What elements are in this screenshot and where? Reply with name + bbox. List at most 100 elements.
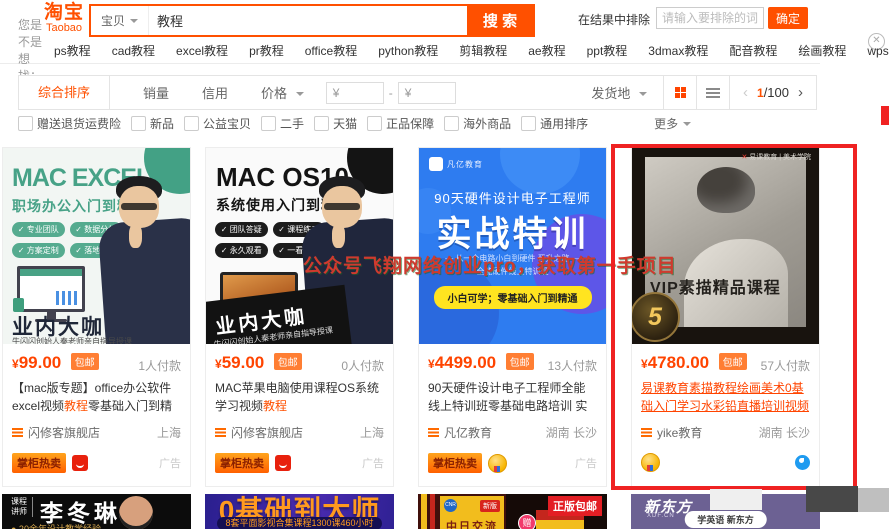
suggestion-link-jianji[interactable]: 剪辑教程: [459, 42, 507, 59]
suggestion-link-ps[interactable]: ps教程: [54, 42, 91, 59]
suggestion-link-3dmax[interactable]: 3dmax教程: [648, 42, 708, 59]
filter-charity[interactable]: 公益宝贝: [184, 115, 251, 132]
product-card-3: 凡亿教育 90天硬件设计电子工程师 实战特训 — 从一个电路小白到硬件 晋升之路…: [418, 147, 607, 487]
filter-authentic[interactable]: 正品保障: [367, 115, 434, 132]
filter-secondhand[interactable]: 二手: [261, 115, 304, 132]
sort-tab-sales[interactable]: 销量: [143, 83, 169, 102]
product-title[interactable]: 90天硬件设计电子工程师全能线上特训班零基础电路培训 实战教程: [428, 379, 597, 415]
shop-link[interactable]: 凡亿教育: [444, 424, 492, 441]
price-row: ¥4780.00 包邮 57人付款: [641, 353, 810, 373]
sort-tab-credit[interactable]: 信用: [202, 83, 228, 102]
exclude-confirm-button[interactable]: 确定: [768, 7, 808, 29]
checkbox[interactable]: [444, 116, 459, 131]
shipping-badge: 包邮: [719, 353, 747, 370]
chevron-down-icon: [130, 19, 138, 27]
product-card-6[interactable]: 0基础到大师 8套平面影视合集课程1300课460小时: [205, 494, 394, 529]
grid-view-button[interactable]: [664, 76, 696, 109]
filter-overseas[interactable]: 海外商品: [444, 115, 511, 132]
shop-link[interactable]: yike教育: [657, 424, 702, 441]
prev-page-button[interactable]: ‹: [743, 84, 748, 101]
gift-badge: 赠: [518, 514, 536, 529]
number-5-badge: 5: [632, 292, 680, 342]
ad-label: 广告: [159, 455, 181, 471]
taobao-logo[interactable]: 淘宝 Taobao: [44, 3, 84, 34]
search-button[interactable]: 搜 索: [467, 6, 533, 35]
sort-tab-composite[interactable]: 综合排序: [19, 76, 110, 109]
brand-logo-icon: [429, 157, 443, 171]
product-title[interactable]: MAC苹果电脑使用课程OS系统学习视频教程MacBook/Pro/Air/iMa…: [215, 379, 384, 415]
medal-icon: [641, 453, 660, 472]
instructor-photo: [90, 176, 190, 344]
suggestion-link-huihua[interactable]: 绘画教程: [798, 42, 846, 59]
shop-link[interactable]: 闪修客旗舰店: [28, 424, 100, 441]
checkbox[interactable]: [521, 116, 536, 131]
product-image-4[interactable]: ✕ 易课教育 | 美术学院 VIP素描精品课程 5: [632, 148, 819, 344]
suggestion-link-ppt[interactable]: ppt教程: [587, 42, 628, 59]
product-title[interactable]: 【mac版专题】office办公软件excel视频教程零基础入门到精通课程: [12, 379, 181, 415]
suggestion-link-pr[interactable]: pr教程: [249, 42, 284, 59]
filter-general-sort[interactable]: 通用排序: [521, 115, 588, 132]
ship-from-dropdown[interactable]: 发货地: [591, 83, 647, 102]
suggestion-link-peiyin[interactable]: 配音教程: [729, 42, 777, 59]
book-spine: [430, 494, 435, 529]
portrait-hair: [697, 167, 755, 213]
image-line1: 90天硬件设计电子工程师: [419, 188, 606, 207]
search-input[interactable]: [149, 6, 467, 35]
shop-icon: [428, 428, 439, 437]
lecturer-photo: [119, 496, 153, 529]
suggestion-link-python[interactable]: python教程: [378, 42, 438, 59]
price-max-input[interactable]: ¥: [398, 82, 456, 104]
shipping-badge: 包邮: [274, 353, 302, 370]
new-edition-tag: 新版: [480, 500, 500, 512]
ad-label: 广告: [362, 455, 384, 471]
badge-row: [641, 453, 810, 472]
suggestion-link-office[interactable]: office教程: [305, 42, 357, 59]
filter-label: 正品保障: [386, 115, 434, 132]
checkbox[interactable]: [18, 116, 33, 131]
filter-bar: 综合排序 销量 信用 价格 ¥ - ¥ 发货地 ‹ 1/100 ›: [18, 75, 817, 110]
product-card-7[interactable]: CNR 新版 中日交流 正版包邮 赠: [418, 494, 607, 529]
shop-icon: [641, 428, 652, 437]
title-highlight: 教程: [64, 399, 88, 413]
checkbox[interactable]: [131, 116, 146, 131]
suggestion-link-wps[interactable]: wps教程: [867, 42, 889, 59]
shop-link[interactable]: 闪修客旗舰店: [231, 424, 303, 441]
search-category-dropdown[interactable]: 宝贝: [91, 6, 149, 35]
list-view-button[interactable]: [696, 76, 729, 109]
more-label: 更多: [654, 117, 678, 131]
price-row: ¥59.00 包邮 0人付款: [215, 353, 384, 373]
shop-row: 凡亿教育 湖南 长沙: [428, 424, 597, 441]
filter-label: 海外商品: [463, 115, 511, 132]
price: 4499.00: [435, 353, 496, 372]
suggestion-link-ae[interactable]: ae教程: [528, 42, 565, 59]
checkbox[interactable]: [261, 116, 276, 131]
price-min-input[interactable]: ¥: [326, 82, 384, 104]
filter-new[interactable]: 新品: [131, 115, 174, 132]
suggestion-link-cad[interactable]: cad教程: [112, 42, 155, 59]
filter-freight-insurance[interactable]: 赠送退货运费险: [18, 115, 121, 132]
product-image-7: CNR 新版 中日交流 正版包邮 赠: [418, 494, 607, 529]
product-image-2[interactable]: MAC OS10 系统使用入门到精通 ✓ 团队答疑 ✓ 课程练习 ✓ 永久观看 …: [206, 148, 393, 344]
currency-symbol: ¥: [641, 357, 648, 371]
next-page-button[interactable]: ›: [798, 84, 803, 101]
product-image-1[interactable]: MAC EXCEL 职场办公入门到精通 ✓ 专业团队 ✓ 数据分析 ✓ 方案定制…: [3, 148, 190, 344]
badge-row: 掌柜热卖 广告: [428, 453, 597, 473]
checkbox[interactable]: [314, 116, 329, 131]
product-card-5[interactable]: 课程讲师 李冬琳 ● 20余年设计教学经验: [2, 494, 191, 529]
more-dropdown[interactable]: 更多: [654, 115, 691, 132]
checkbox[interactable]: [184, 116, 199, 131]
product-card-4: ✕ 易课教育 | 美术学院 VIP素描精品课程 5 ¥4780.00 包邮 57…: [631, 147, 820, 487]
filter-tmall[interactable]: 天猫: [314, 115, 357, 132]
shipping-badge: 包邮: [71, 353, 99, 370]
suggestion-link-excel[interactable]: excel教程: [176, 42, 228, 59]
view-toggle: [663, 76, 729, 109]
page-total: /100: [764, 85, 789, 100]
hot-sale-badge: 掌柜热卖: [428, 453, 482, 473]
product-image-3[interactable]: 凡亿教育 90天硬件设计电子工程师 实战特训 — 从一个电路小白到硬件 晋升之路…: [419, 148, 606, 344]
exclude-input[interactable]: [656, 7, 764, 29]
product-title[interactable]: 易课教育素描教程绘画美术0基础入门学习水彩铅直播培训视频课程: [641, 379, 810, 415]
checkbox[interactable]: [367, 116, 382, 131]
sort-tab-price[interactable]: 价格: [261, 83, 304, 102]
filter-label: 通用排序: [540, 115, 588, 132]
page-indicator: 1/100: [757, 85, 789, 100]
